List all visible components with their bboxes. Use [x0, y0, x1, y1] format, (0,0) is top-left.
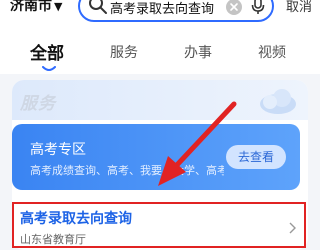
tab-affairs[interactable]: 办事	[184, 42, 212, 62]
search-result-item[interactable]: 高考录取去向查询 山东省教育厅	[12, 202, 306, 248]
microphone-icon[interactable]	[250, 0, 266, 15]
result-source: 山东省教育厅	[20, 233, 86, 246]
top-bar: 济南市 ▼ 高考录取去向查询 取消	[0, 0, 320, 26]
tab-services[interactable]: 服务	[110, 42, 138, 62]
clear-icon[interactable]	[226, 0, 242, 15]
cloud-icon	[260, 89, 296, 114]
result-title[interactable]: 高考录取去向查询	[20, 208, 132, 228]
search-icon	[89, 0, 107, 14]
banner-title: 高考专区	[30, 142, 86, 158]
tab-video[interactable]: 视频	[258, 42, 286, 62]
caret-down-icon: ▼	[54, 0, 63, 13]
view-button[interactable]: 去查看	[226, 145, 286, 169]
search-box[interactable]: 高考录取去向查询	[78, 0, 274, 22]
section-header: 服务	[12, 80, 308, 120]
section-title: 服务	[20, 94, 56, 114]
search-input[interactable]: 高考录取去向查询	[110, 0, 214, 17]
cancel-button[interactable]: 取消	[286, 0, 312, 15]
active-tab-indicator	[42, 66, 56, 71]
banner-subtitle: 高考成绩查询、高考、我要上大学、高考成...	[30, 164, 224, 177]
category-tabs: 全部 服务 办事 视频	[0, 26, 320, 74]
tab-all[interactable]: 全部	[30, 39, 64, 64]
city-selector[interactable]: 济南市 ▼	[10, 0, 62, 15]
gaokao-zone-banner[interactable]: 高考专区 高考成绩查询、高考、我要上大学、高考成... 去查看	[12, 124, 300, 190]
chevron-right-icon	[289, 222, 296, 234]
city-label: 济南市	[10, 0, 52, 14]
